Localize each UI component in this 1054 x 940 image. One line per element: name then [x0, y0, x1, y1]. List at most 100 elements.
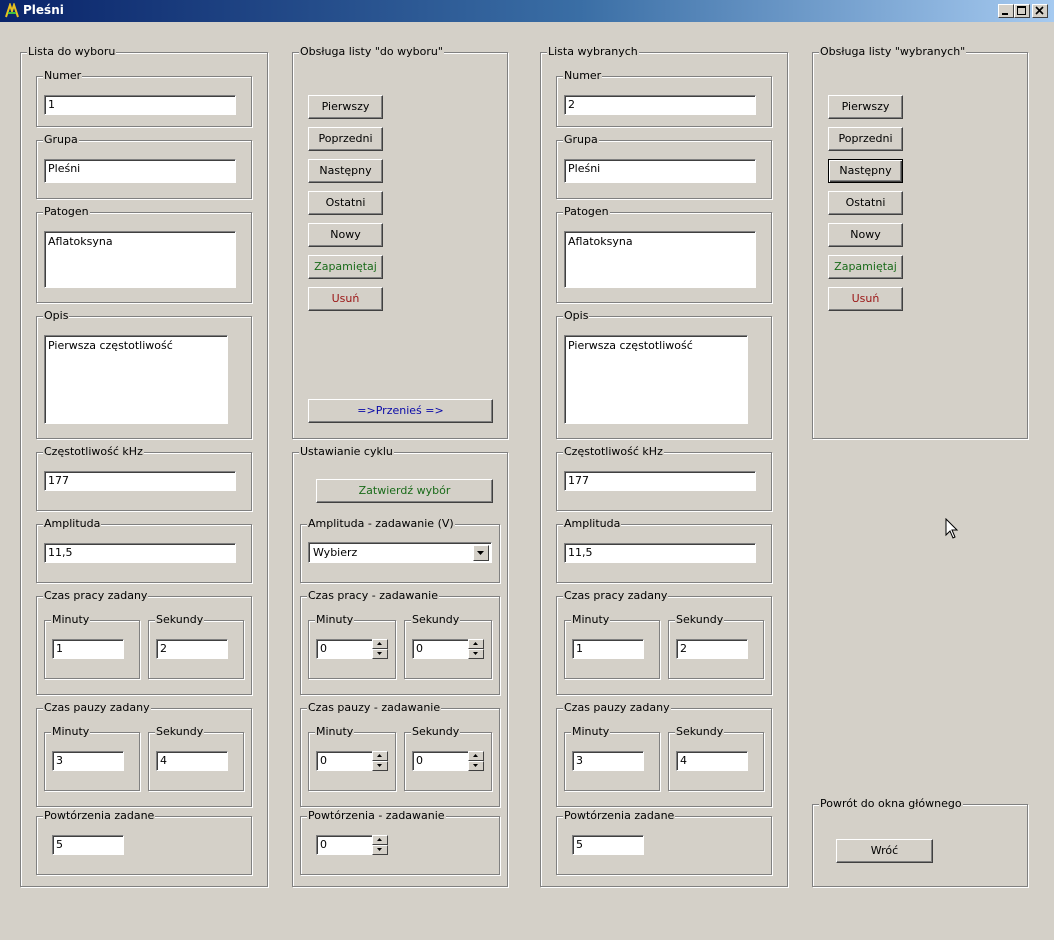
right-patogen-field[interactable]: Aflatoksyna — [564, 231, 756, 288]
left-numer-field[interactable]: 1 — [44, 95, 236, 115]
spin-up-icon[interactable] — [372, 639, 388, 649]
close-button[interactable] — [1032, 4, 1048, 18]
right-praca-sekundy-field[interactable]: 2 — [676, 639, 748, 659]
cycle-pauza-minuty-field[interactable]: 0 — [316, 751, 373, 771]
left-praca-sekundy-field[interactable]: 2 — [156, 639, 228, 659]
right-first-button[interactable]: Pierwszy — [828, 95, 903, 119]
left-new-button[interactable]: Nowy — [308, 223, 383, 247]
title-bar[interactable]: Pleśni — [0, 0, 1054, 22]
maximize-button[interactable] — [1014, 4, 1030, 18]
main-window: Pleśni Lista do wyboru Numer 1 Grupa Ple… — [0, 0, 1054, 940]
left-pauza-minuty-label: Minuty — [51, 725, 91, 739]
left-first-button[interactable]: Pierwszy — [308, 95, 383, 119]
cycle-powt-field[interactable]: 0 — [316, 835, 373, 855]
right-czest-label: Częstotliwość kHz — [563, 445, 664, 459]
spin-down-icon[interactable] — [468, 649, 484, 659]
close-icon — [1035, 6, 1044, 15]
cycle-praca-sekundy-label: Sekundy — [411, 613, 461, 627]
cycle-pauza-sekundy-field[interactable]: 0 — [412, 751, 469, 771]
right-pauza-minuty-field[interactable]: 3 — [572, 751, 644, 771]
maximize-icon — [1017, 6, 1026, 15]
right-grupa-field[interactable]: Pleśni — [564, 159, 756, 183]
spin-down-icon[interactable] — [372, 649, 388, 659]
cycle-pauza-minuty-spin[interactable]: 0 — [316, 751, 388, 771]
left-pauza-sekundy-field[interactable]: 4 — [156, 751, 228, 771]
cycle-powt-legend: Powtórzenia - zadawanie — [307, 809, 446, 823]
left-czest-field[interactable]: 177 — [44, 471, 236, 491]
left-nav-legend: Obsługa listy "do wyboru" — [299, 45, 444, 59]
spin-down-icon[interactable] — [468, 761, 484, 771]
left-prev-button[interactable]: Poprzedni — [308, 127, 383, 151]
cycle-legend: Ustawianie cyklu — [299, 445, 394, 459]
cycle-pauza-sekundy-label: Sekundy — [411, 725, 461, 739]
cycle-pauza-minuty-label: Minuty — [315, 725, 355, 739]
cycle-powt-spin[interactable]: 0 — [316, 835, 388, 855]
right-list-legend: Lista wybranych — [547, 45, 639, 59]
window-title: Pleśni — [23, 3, 64, 17]
left-czas-pracy-label: Czas pracy zadany — [43, 589, 149, 603]
cycle-praca-minuty-label: Minuty — [315, 613, 355, 627]
left-list-legend: Lista do wyboru — [27, 45, 117, 59]
cycle-praca-minuty-field[interactable]: 0 — [316, 639, 373, 659]
right-amplituda-field[interactable]: 11,5 — [564, 543, 756, 563]
left-pauza-minuty-field[interactable]: 3 — [52, 751, 124, 771]
spin-up-icon[interactable] — [468, 639, 484, 649]
amplitude-select[interactable]: Wybierz — [308, 542, 492, 563]
left-delete-button[interactable]: Usuń — [308, 287, 383, 311]
minimize-button[interactable] — [998, 4, 1014, 18]
right-czas-pracy-label: Czas pracy zadany — [563, 589, 669, 603]
minimize-icon — [1002, 13, 1008, 15]
left-opis-field[interactable]: Pierwsza częstotliwość — [44, 335, 228, 424]
back-legend: Powrót do okna głównego — [819, 797, 963, 811]
confirm-button[interactable]: Zatwierdź wybór — [316, 479, 493, 503]
cycle-praca-sekundy-spin[interactable]: 0 — [412, 639, 484, 659]
right-prev-button[interactable]: Poprzedni — [828, 127, 903, 151]
spin-up-icon[interactable] — [372, 751, 388, 761]
right-nav-legend: Obsługa listy "wybranych" — [819, 45, 967, 59]
spin-up-icon[interactable] — [468, 751, 484, 761]
right-powt-field[interactable]: 5 — [572, 835, 644, 855]
right-patogen-label: Patogen — [563, 205, 610, 219]
left-numer-label: Numer — [43, 69, 83, 83]
left-patogen-label: Patogen — [43, 205, 90, 219]
right-save-button[interactable]: Zapamiętaj — [828, 255, 903, 279]
left-pauza-sekundy-label: Sekundy — [155, 725, 205, 739]
left-grupa-field[interactable]: Pleśni — [44, 159, 236, 183]
left-praca-minuty-field[interactable]: 1 — [52, 639, 124, 659]
cycle-pauza-legend: Czas pauzy - zadawanie — [307, 701, 442, 715]
right-czest-field[interactable]: 177 — [564, 471, 756, 491]
right-new-button[interactable]: Nowy — [828, 223, 903, 247]
spin-down-icon[interactable] — [372, 845, 388, 855]
left-next-button[interactable]: Następny — [308, 159, 383, 183]
right-next-button[interactable]: Następny — [828, 159, 903, 183]
cycle-pauza-sekundy-spin[interactable]: 0 — [412, 751, 484, 771]
left-save-button[interactable]: Zapamiętaj — [308, 255, 383, 279]
right-numer-field[interactable]: 2 — [564, 95, 756, 115]
left-praca-sekundy-label: Sekundy — [155, 613, 205, 627]
left-last-button[interactable]: Ostatni — [308, 191, 383, 215]
left-amplituda-field[interactable]: 11,5 — [44, 543, 236, 563]
cycle-praca-minuty-spin[interactable]: 0 — [316, 639, 388, 659]
right-pauza-minuty-label: Minuty — [571, 725, 611, 739]
back-button[interactable]: Wróć — [836, 839, 933, 863]
left-czest-label: Częstotliwość kHz — [43, 445, 144, 459]
left-powt-field[interactable]: 5 — [52, 835, 124, 855]
right-delete-button[interactable]: Usuń — [828, 287, 903, 311]
move-button[interactable]: =>Przenieś => — [308, 399, 493, 423]
right-last-button[interactable]: Ostatni — [828, 191, 903, 215]
right-grupa-label: Grupa — [563, 133, 599, 147]
spin-up-icon[interactable] — [372, 835, 388, 845]
right-praca-minuty-field[interactable]: 1 — [572, 639, 644, 659]
spin-down-icon[interactable] — [372, 761, 388, 771]
left-patogen-field[interactable]: Aflatoksyna — [44, 231, 236, 288]
left-amplituda-label: Amplituda — [43, 517, 102, 531]
right-opis-field[interactable]: Pierwsza częstotliwość — [564, 335, 748, 424]
right-numer-label: Numer — [563, 69, 603, 83]
left-czas-pauzy-label: Czas pauzy zadany — [43, 701, 151, 715]
amplitude-select-value: Wybierz — [313, 546, 358, 559]
cycle-praca-sekundy-field[interactable]: 0 — [412, 639, 469, 659]
right-powt-label: Powtórzenia zadane — [563, 809, 676, 823]
right-praca-sekundy-label: Sekundy — [675, 613, 725, 627]
right-pauza-sekundy-field[interactable]: 4 — [676, 751, 748, 771]
dropdown-arrow-icon[interactable] — [473, 545, 489, 561]
